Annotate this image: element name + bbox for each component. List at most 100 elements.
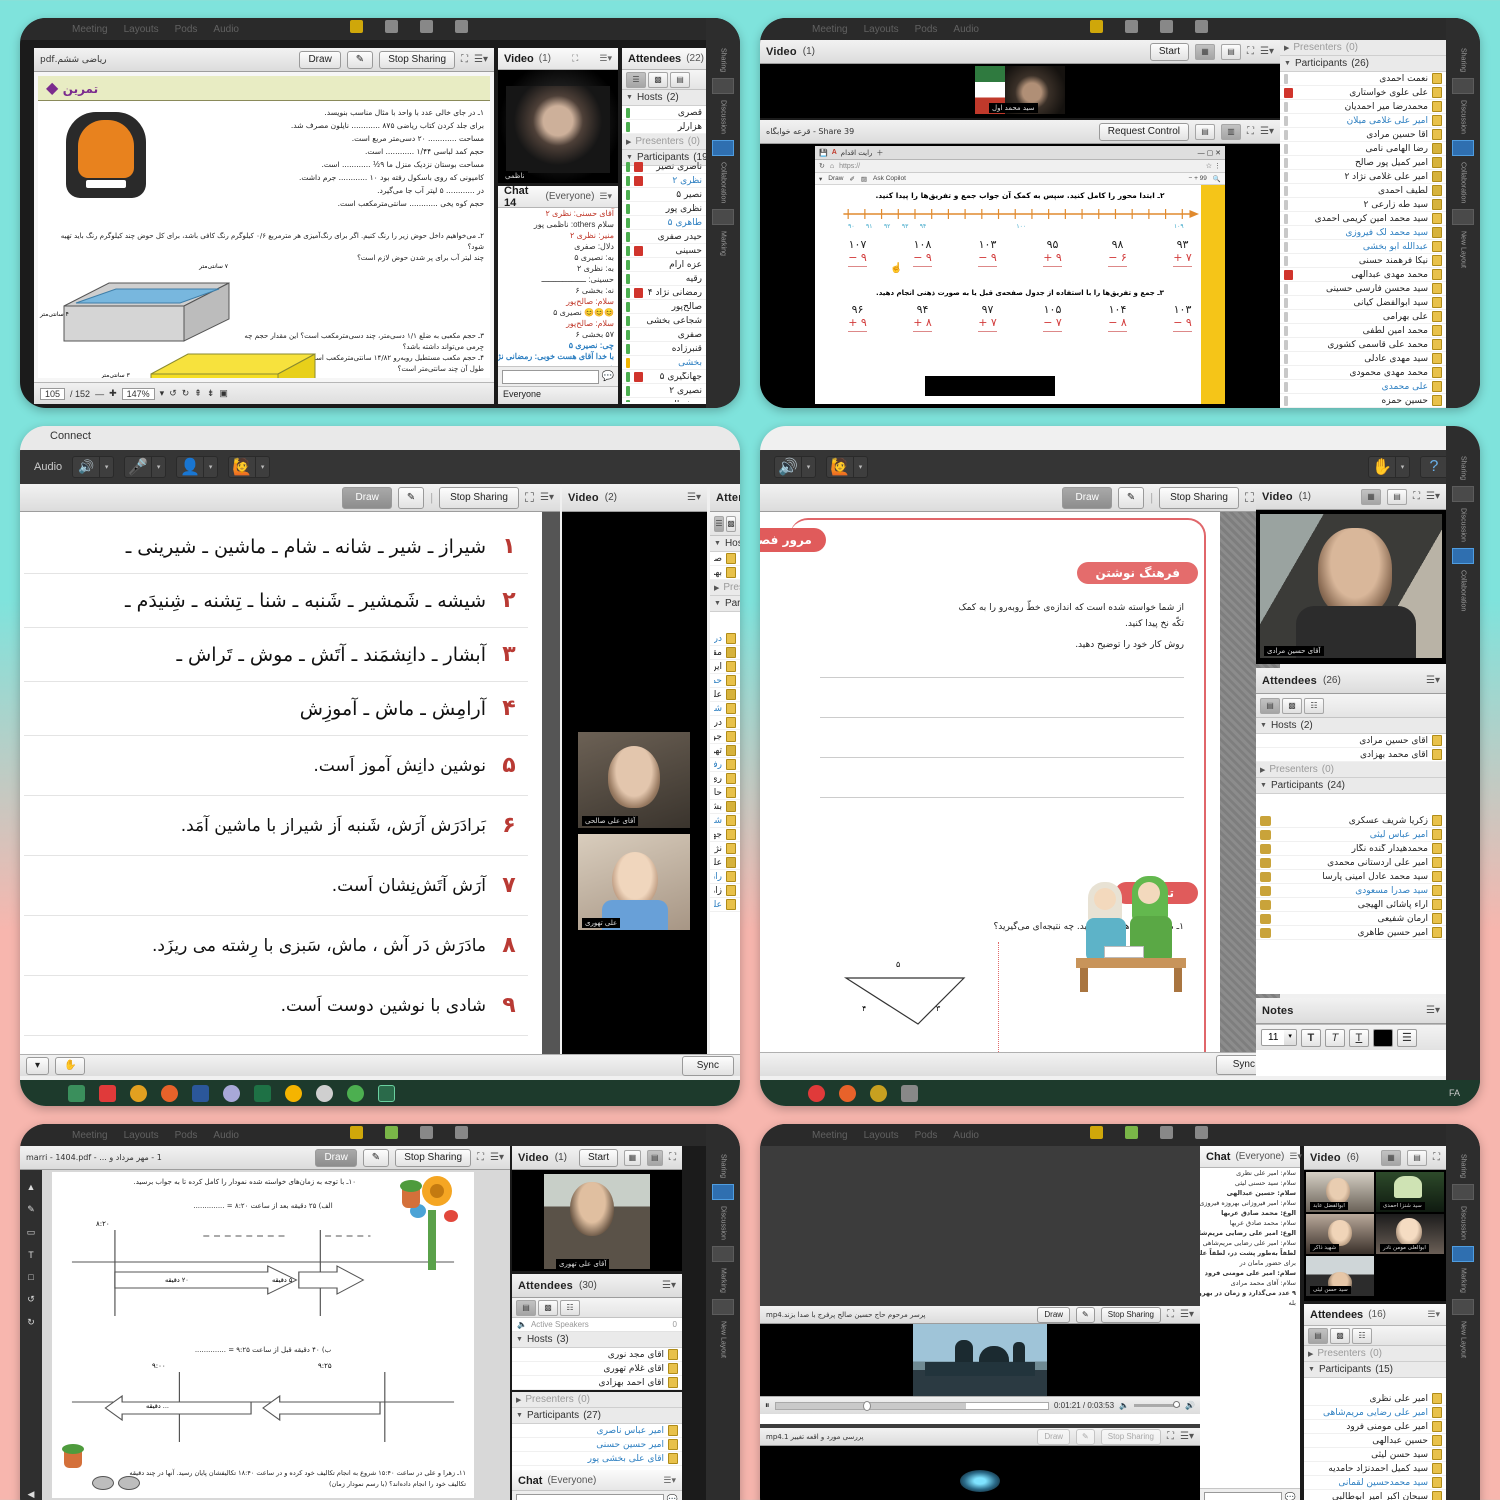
pod-menu-icon[interactable]: ☰▾ [663,1475,676,1486]
recorder-icon[interactable] [808,1084,825,1102]
rail-thumb-selected[interactable] [1452,140,1474,156]
menu-audio[interactable]: Audio [953,1130,979,1141]
rail-label-collaboration[interactable]: Collaboration [720,162,727,203]
save-icon[interactable]: 💾 [819,149,828,157]
attendee-row[interactable]: سید حسن لیثی [1304,1448,1446,1462]
attendee-row[interactable]: بهزادی [710,566,740,580]
erase-icon[interactable]: ▨ [861,175,867,183]
attendee-row[interactable]: سید محمد امین کریمی احمدی [1280,212,1446,226]
excel-icon[interactable] [254,1084,271,1102]
fullscreen-icon[interactable]: ⛶ [1167,1309,1174,1320]
video-tile[interactable]: ابوالعلی مومن نادر [1376,1214,1444,1254]
search-icon[interactable] [130,1084,147,1102]
video-tile[interactable]: آقای حسین مرادی [1260,514,1442,658]
menu-layouts[interactable]: Layouts [124,1130,159,1141]
volume-icon[interactable]: 🔊 [1185,1401,1195,1410]
participants-list[interactable]: ▶ Presenters (0) ▼ Participants (26) نعمت احمد… [1280,40,1446,408]
attendee-row[interactable]: امیر علی نظری [1304,1392,1446,1406]
menu-pods[interactable]: Pods [175,1130,198,1141]
microphone-icon[interactable] [385,20,398,33]
highlight-icon[interactable]: ✐ [849,175,854,183]
attendee-row[interactable]: آقای احمد بهزادی [512,1376,682,1390]
pointer-button[interactable]: ✎ [362,1148,390,1167]
attendee-row[interactable]: علوانی [710,856,740,870]
pdf-viewer-toolbar[interactable]: ▾ Draw ✐ ▨ Ask Copilot − + 99 🔍 [815,173,1225,185]
attendee-row[interactable]: شریعتی [710,702,740,716]
attendee-row[interactable]: آقا حسین مرادی [1280,128,1446,142]
draw-button[interactable]: Draw [1037,1306,1071,1323]
eraser-tool-icon[interactable]: ▭ [27,1227,36,1238]
attendee-row[interactable]: نیکا فرهمند حسنی [1280,254,1446,268]
seek-bar[interactable] [774,1400,1049,1411]
select-tool-icon[interactable]: ▲ [27,1182,36,1192]
pen-tool-icon[interactable]: ✎ [27,1204,35,1215]
menu-meeting[interactable]: Meeting [812,24,848,35]
attendee-row[interactable]: آقای مجد نوری [512,1348,682,1362]
zoom-level-select[interactable]: 147% [121,387,155,400]
zoom-out-button[interactable]: — [95,389,104,399]
search-icon[interactable] [870,1084,887,1102]
microphone-icon[interactable] [385,1126,398,1139]
underline-icon[interactable]: T [1348,1028,1369,1047]
rail-label-discussion[interactable]: Discussion [1460,100,1467,134]
microphone-icon[interactable] [1125,1126,1138,1139]
video-tile[interactable]: شهید ذاکر [1306,1214,1374,1254]
rail-label-newlayout[interactable]: New Layout [720,1321,727,1358]
firefox-icon[interactable] [839,1084,856,1102]
menu-meeting[interactable]: Meeting [72,1130,108,1141]
webcam-icon[interactable] [1260,857,1271,868]
start-video-button[interactable]: Start [579,1148,619,1167]
zoom-in-button[interactable]: ✚ [109,388,117,399]
attendee-row[interactable]: سید مهدی عادلی [1280,352,1446,366]
camera-icon[interactable] [420,20,433,33]
menu-pods[interactable]: Pods [175,24,198,35]
stop-sharing-button[interactable]: Stop Sharing [1100,1306,1162,1323]
font-size-select[interactable]: 11 ▾ [1261,1029,1297,1046]
rail-thumb[interactable] [1452,1184,1474,1201]
rail-thumb-selected[interactable] [1452,548,1474,564]
rail-label-discussion[interactable]: Discussion [1460,1206,1467,1240]
undo-button[interactable]: ↺ [169,388,177,399]
send-chat-icon[interactable]: 💬 [602,371,614,382]
speaker-icon[interactable] [350,20,363,33]
raise-hand-icon[interactable] [1195,1126,1208,1139]
participants-group[interactable]: ▼ Participants (26) [1280,56,1446,72]
rail-thumb-selected[interactable] [1452,1246,1474,1262]
camera-icon[interactable] [1160,20,1173,33]
shared-browser-window[interactable]: 💾 A رایت اقدام ＋ — ▢ ✕ ↻ ⌂ https:// ☆ ⋮ ▾ … [815,146,1225,404]
pod-menu-icon[interactable]: ☰▾ [490,1152,504,1163]
status-view-icon[interactable]: ☷ [1304,697,1324,714]
rail-thumb[interactable] [1452,78,1474,95]
attendee-row[interactable]: محمدرضا میر احمدیان [1280,100,1446,114]
video-tile[interactable]: آقای علی تهوری [512,1170,682,1271]
page-current-input[interactable]: 105 [40,387,66,400]
rail-label-collaboration[interactable]: Collaboration [1460,162,1467,203]
connect-icon[interactable] [68,1084,85,1102]
rail-thumb[interactable] [1452,209,1474,226]
microphone-icon[interactable] [1125,20,1138,33]
attendee-row[interactable]: امیر کمیل پور صالح [1280,156,1446,170]
attendee-row[interactable]: حسین حمزه [1280,394,1446,408]
fullscreen-icon[interactable]: ⛶ [1433,1152,1440,1163]
layout-icon-2[interactable]: ▥ [1221,123,1242,140]
raise-hand-icon[interactable] [455,20,468,33]
send-chat-icon[interactable]: 💬 [667,1494,678,1500]
camera-icon[interactable] [420,1126,433,1139]
attendee-row[interactable]: امیر علی غلامی میلان [1280,114,1446,128]
rail-label-newlayout[interactable]: New Layout [1460,1321,1467,1358]
fullscreen-icon[interactable]: ⛶ [1413,491,1420,502]
rail-label-newlayout[interactable]: New Layout [1460,231,1467,268]
pod-menu-icon[interactable]: ☰▾ [1427,1309,1440,1320]
pod-menu-icon[interactable]: ☰▾ [474,54,488,65]
video-tile[interactable]: علی تهوری [578,834,690,930]
menu-audio[interactable]: Audio [213,1130,239,1141]
browser-address-bar[interactable]: ↻ ⌂ https:// ☆ ⋮ [815,160,1225,173]
attendee-row[interactable]: رازقی [710,870,740,884]
hand-status-control[interactable]: ✋ ▾ [1368,456,1410,478]
text-tool-icon[interactable]: T [28,1250,34,1260]
menu-layouts[interactable]: Layouts [864,1130,899,1141]
worksheet-canvas[interactable]: ۱ شیراز ـ شیر ـ شانه ـ شام ـ ماشین ـ شیری… [20,512,542,1076]
chat-input[interactable] [502,369,599,384]
pod-menu-icon[interactable]: ☰▾ [1180,1431,1194,1442]
pause-button[interactable]: ⏸ [765,1400,770,1411]
